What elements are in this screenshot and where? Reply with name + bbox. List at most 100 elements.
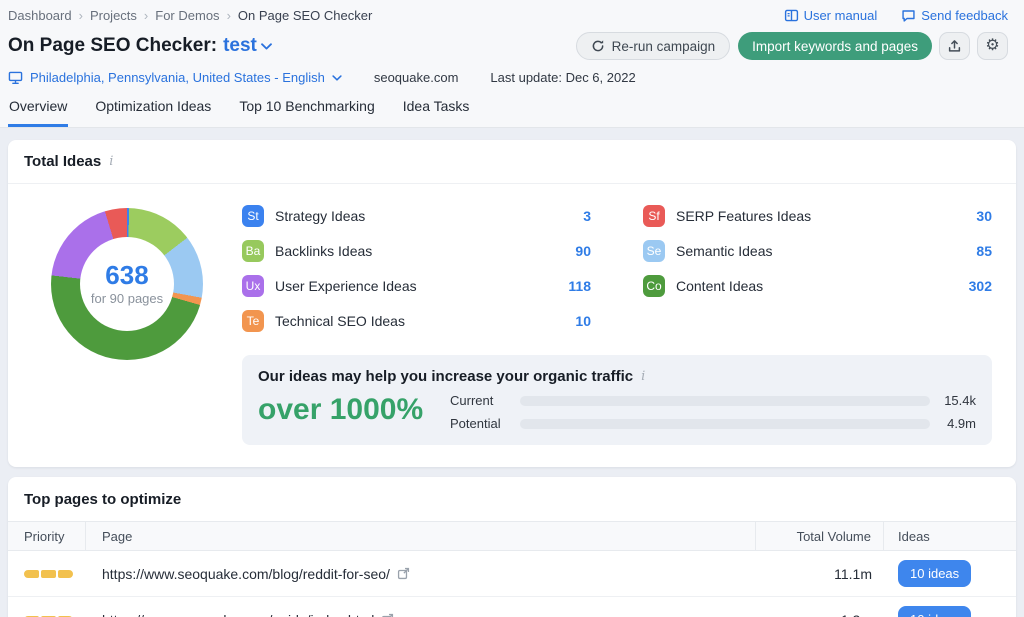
send-feedback-label: Send feedback: [921, 8, 1008, 23]
project-domain: seoquake.com: [373, 70, 459, 85]
top-pages-card: Top pages to optimize Priority Page Tota…: [8, 477, 1016, 617]
serp-features-ideas-item: Sf SERP Features Ideas 30: [643, 204, 992, 228]
backlinks-badge: Ba: [242, 240, 264, 262]
title-row: On Page SEO Checker: test Re-run campaig…: [8, 32, 1008, 60]
settings-button[interactable]: ⚙: [977, 32, 1008, 60]
page-header: Dashboard › Projects › For Demos › On Pa…: [0, 0, 1024, 128]
serp-features-count[interactable]: 30: [976, 208, 992, 224]
priority-bars: [24, 569, 73, 578]
ideas-column-header: Ideas: [898, 528, 930, 544]
export-button[interactable]: [939, 32, 970, 60]
campaign-name: test: [223, 35, 257, 56]
donut-center: 638 for 90 pages: [80, 237, 174, 331]
potential-label: Potential: [450, 416, 501, 431]
breadcrumb-current: On Page SEO Checker: [237, 8, 373, 23]
upload-icon: [947, 39, 962, 54]
table-row: https://www.seoquake.com/guide/index.htm…: [8, 597, 1016, 617]
potential-bar: [520, 418, 930, 429]
external-link-icon[interactable]: [397, 567, 410, 580]
breadcrumb-dashboard[interactable]: Dashboard: [8, 8, 72, 23]
user-experience-ideas-item: Ux User Experience Ideas 118: [242, 274, 591, 298]
potential-value: 4.9m: [947, 416, 976, 431]
traffic-title: Our ideas may help you increase your org…: [258, 368, 634, 385]
strategy-count[interactable]: 3: [583, 208, 591, 224]
ideas-cell: 10 ideas: [884, 606, 1016, 617]
tab-overview[interactable]: Overview: [8, 98, 69, 127]
donut-total: 638: [105, 259, 149, 290]
current-traffic-row: Current 15.4k: [450, 393, 976, 408]
ideas-legend: St Strategy Ideas 3 Ba Backlinks Ideas 9…: [242, 204, 992, 333]
traffic-bars: Current 15.4k Potential 4.9m: [450, 391, 976, 431]
traffic-panel: Our ideas may help you increase your org…: [242, 355, 992, 445]
traffic-title-row: Our ideas may help you increase your org…: [258, 368, 976, 385]
tab-optimization-ideas[interactable]: Optimization Ideas: [94, 98, 212, 127]
breadcrumb-separator-icon: ›: [226, 8, 231, 23]
backlinks-label: Backlinks Ideas: [275, 243, 373, 259]
refresh-icon: [591, 39, 605, 53]
table-header: Priority Page Total Volume Ideas: [8, 521, 1016, 551]
user-experience-count[interactable]: 118: [568, 278, 591, 294]
monitor-icon: [8, 71, 23, 85]
semantic-badge: Se: [643, 240, 665, 262]
content-count[interactable]: 302: [969, 278, 992, 294]
chevron-down-icon: [332, 74, 342, 81]
tab-idea-tasks[interactable]: Idea Tasks: [402, 98, 471, 127]
page-url-link[interactable]: https://www.seoquake.com/blog/reddit-for…: [102, 566, 390, 582]
page-cell: https://www.seoquake.com/blog/reddit-for…: [86, 566, 756, 582]
user-manual-link[interactable]: User manual: [784, 8, 877, 23]
breadcrumb: Dashboard › Projects › For Demos › On Pa…: [8, 8, 372, 23]
import-keywords-button[interactable]: Import keywords and pages: [738, 32, 932, 60]
page-column-header: Page: [86, 522, 756, 550]
speech-bubble-icon: [901, 8, 916, 23]
location-label: Philadelphia, Pennsylvania, United State…: [30, 70, 325, 85]
semantic-count[interactable]: 85: [976, 243, 992, 259]
content-badge: Co: [643, 275, 665, 297]
import-keywords-label: Import keywords and pages: [752, 38, 918, 54]
total-volume-column-header: Total Volume: [756, 522, 884, 550]
strategy-label: Strategy Ideas: [275, 208, 366, 224]
book-icon: [784, 8, 799, 23]
rerun-campaign-button[interactable]: Re-run campaign: [575, 32, 731, 60]
total-ideas-card: Total Ideas i 638 for 90 pages St Strate…: [8, 140, 1016, 467]
semantic-label: Semantic Ideas: [676, 243, 773, 259]
backlinks-count[interactable]: 90: [575, 243, 591, 259]
campaign-selector[interactable]: test: [223, 35, 272, 57]
user-experience-label: User Experience Ideas: [275, 278, 417, 294]
content-ideas-item: Co Content Ideas 302: [643, 274, 992, 298]
current-value: 15.4k: [944, 393, 976, 408]
technical-seo-badge: Te: [242, 310, 264, 332]
total-ideas-donut[interactable]: 638 for 90 pages: [51, 208, 203, 360]
gear-icon: ⚙: [985, 37, 1000, 54]
donut-wrap: 638 for 90 pages: [24, 202, 230, 445]
semantic-ideas-item: Se Semantic Ideas 85: [643, 239, 992, 263]
tab-bar: Overview Optimization Ideas Top 10 Bench…: [8, 98, 1008, 127]
breadcrumb-projects[interactable]: Projects: [90, 8, 137, 23]
priority-column-header: Priority: [8, 522, 86, 550]
strategy-badge: St: [242, 205, 264, 227]
breadcrumb-separator-icon: ›: [143, 8, 149, 23]
table-row: https://www.seoquake.com/blog/reddit-for…: [8, 551, 1016, 597]
send-feedback-link[interactable]: Send feedback: [901, 8, 1008, 23]
donut-subtitle: for 90 pages: [90, 291, 164, 307]
total-volume-cell: 1.2m: [756, 612, 884, 617]
current-label: Current: [450, 393, 494, 408]
main-content: Total Ideas i 638 for 90 pages St Strate…: [0, 128, 1024, 617]
breadcrumb-separator-icon: ›: [78, 8, 83, 23]
total-ideas-title: Total Ideas: [24, 153, 102, 170]
technical-seo-count[interactable]: 10: [575, 313, 591, 329]
ideas-count-button[interactable]: 10 ideas: [898, 560, 972, 587]
external-link-icon[interactable]: [381, 613, 394, 617]
current-bar: [520, 395, 930, 406]
info-icon[interactable]: i: [109, 154, 113, 169]
ideas-count-button[interactable]: 10 ideas: [898, 606, 972, 617]
serp-features-badge: Sf: [643, 205, 665, 227]
info-icon[interactable]: i: [641, 369, 645, 384]
breadcrumb-for-demos[interactable]: For Demos: [155, 8, 219, 23]
top-pages-title: Top pages to optimize: [24, 491, 182, 508]
technical-seo-ideas-item: Te Technical SEO Ideas 10: [242, 309, 591, 333]
page-url-link[interactable]: https://www.seoquake.com/guide/index.htm…: [102, 612, 374, 617]
backlinks-ideas-item: Ba Backlinks Ideas 90: [242, 239, 591, 263]
tab-top10-benchmarking[interactable]: Top 10 Benchmarking: [238, 98, 375, 127]
traffic-body: over 1000% Current 15.4k Potential 4.9m: [258, 391, 976, 431]
location-selector[interactable]: Philadelphia, Pennsylvania, United State…: [8, 70, 342, 85]
